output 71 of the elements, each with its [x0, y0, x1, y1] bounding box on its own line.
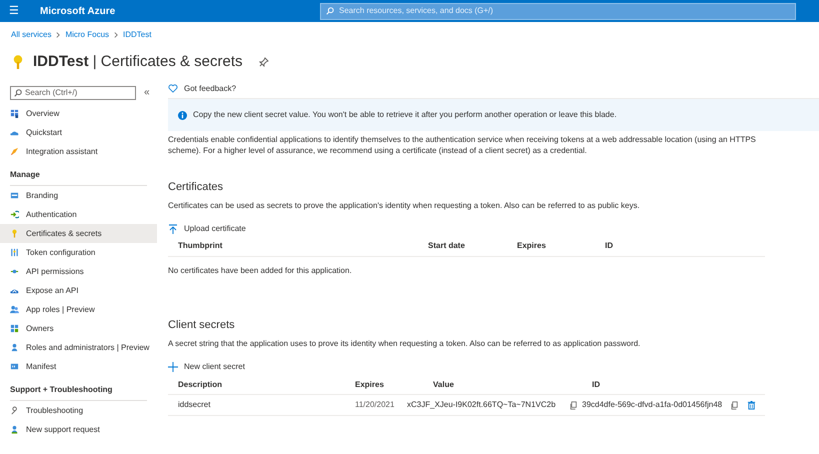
- column-header: Expires: [516, 240, 547, 252]
- column-header: Expires: [354, 378, 385, 391]
- person-icon: [10, 343, 19, 352]
- column-header: Value: [432, 378, 455, 391]
- section-title: Client secrets: [168, 318, 236, 333]
- sidebar-item[interactable]: New support request: [0, 420, 157, 439]
- trash-icon[interactable]: [747, 400, 756, 410]
- table-cell-text: 11/20/2021: [354, 399, 396, 412]
- sidebar-item[interactable]: Authentication: [0, 205, 157, 224]
- sidebar-item[interactable]: Token configuration: [0, 243, 157, 262]
- search-icon: [326, 7, 334, 15]
- chevron-icon: [113, 32, 120, 38]
- action-button[interactable]: Upload certificate: [168, 220, 268, 237]
- column-header: Description: [177, 378, 224, 391]
- sidebar-item[interactable]: Troubleshooting: [0, 401, 157, 420]
- breadcrumb-link[interactable]: IDDTest: [123, 29, 152, 41]
- info-text: Copy the new client secret value. You won't be able to retrieve it after you perform another operation or leave this blade.: [193, 109, 617, 121]
- grid-icon: [10, 109, 19, 118]
- section-heading: Manage: [10, 165, 147, 186]
- plus-icon: [168, 362, 178, 372]
- pin-icon[interactable]: [258, 57, 269, 67]
- sidebar-item[interactable]: Certificates & secrets: [0, 224, 157, 243]
- people-icon: [10, 305, 19, 314]
- card-icon: [10, 191, 19, 200]
- search-field[interactable]: Search resources, services, and docs (G+/): [320, 2, 796, 20]
- table-cell-text: iddsecret: [177, 399, 212, 412]
- brand-name[interactable]: Microsoft Azure: [28, 4, 320, 18]
- sidebar-item[interactable]: Owners: [0, 319, 157, 338]
- copy-icon[interactable]: [730, 400, 740, 410]
- collapse-button[interactable]: «: [144, 85, 150, 100]
- breadcrumb-link[interactable]: Micro Focus: [65, 29, 110, 41]
- sidebar-item[interactable]: API permissions: [0, 262, 157, 281]
- empty-message: No certificates have been added for this application.: [168, 264, 353, 277]
- sidebar-item[interactable]: Branding: [0, 186, 157, 205]
- search-input[interactable]: Search resources, services, and docs (G+/): [339, 5, 790, 17]
- person-icon: [10, 425, 19, 434]
- sidebar-item[interactable]: App roles | Preview: [0, 300, 157, 319]
- breadcrumb-link[interactable]: All services: [11, 29, 52, 41]
- section-heading: Support + Troubleshooting: [10, 380, 147, 401]
- sidebar-item[interactable]: Manifest: [0, 357, 157, 376]
- key-icon: [10, 229, 19, 238]
- sidebar-item[interactable]: Quickstart: [0, 123, 157, 142]
- sidebar-item[interactable]: Overview: [0, 104, 157, 123]
- action-button[interactable]: New client secret: [168, 359, 268, 376]
- table-cell: xC3JF_XJeu-I9K02ft.66TQ~Ta~7N1VC2b: [407, 399, 556, 412]
- document-icon: [10, 362, 19, 371]
- upload-icon: [168, 224, 178, 234]
- bars-icon: [10, 248, 19, 257]
- copy-icon[interactable]: [569, 400, 578, 410]
- feedback-link[interactable]: Got feedback?: [168, 79, 258, 98]
- page-title: IDDTest | Certificates & secrets: [33, 52, 243, 72]
- chevron-icon: [55, 32, 62, 38]
- column-header: ID: [604, 240, 614, 252]
- info-icon: [178, 110, 187, 120]
- sidebar-item[interactable]: Expose an API: [0, 281, 157, 300]
- grid-icon: [10, 324, 19, 333]
- sidebar-item[interactable]: Roles and administrators | Preview: [0, 338, 157, 357]
- search-icon: [14, 88, 22, 96]
- menu-icon[interactable]: ☰: [0, 2, 28, 20]
- column-header: Start date: [427, 240, 466, 252]
- table-cell: 39cd4dfe-569c-dfvd-a1fa-0d01456fjn48: [582, 399, 722, 412]
- sidebar-item[interactable]: Integration assistant: [0, 142, 157, 161]
- column-header: ID: [591, 378, 601, 391]
- intro-text: Credentials enable confidential applications to identify themselves to the authentication service when receiving tokens at a web addressable location (using an HTTPS scheme). For a higher level of assurance, we recommend using a certificate (instead of a client secret) as a credential.: [168, 135, 757, 157]
- search-field[interactable]: Search (Ctrl+/): [10, 86, 136, 100]
- section-title: Certificates: [168, 180, 224, 195]
- section-description: Certificates can be used as secrets to prove the application's identity when requesting a token. Also can be referred to as public keys.: [168, 201, 641, 212]
- sign-in-icon: [10, 210, 19, 219]
- section-description: A secret string that the application uses to prove its identity when requesting a token. Also can be referred to as application password.: [168, 339, 642, 350]
- column-header: Thumbprint: [177, 240, 224, 252]
- heart-icon: [168, 84, 178, 93]
